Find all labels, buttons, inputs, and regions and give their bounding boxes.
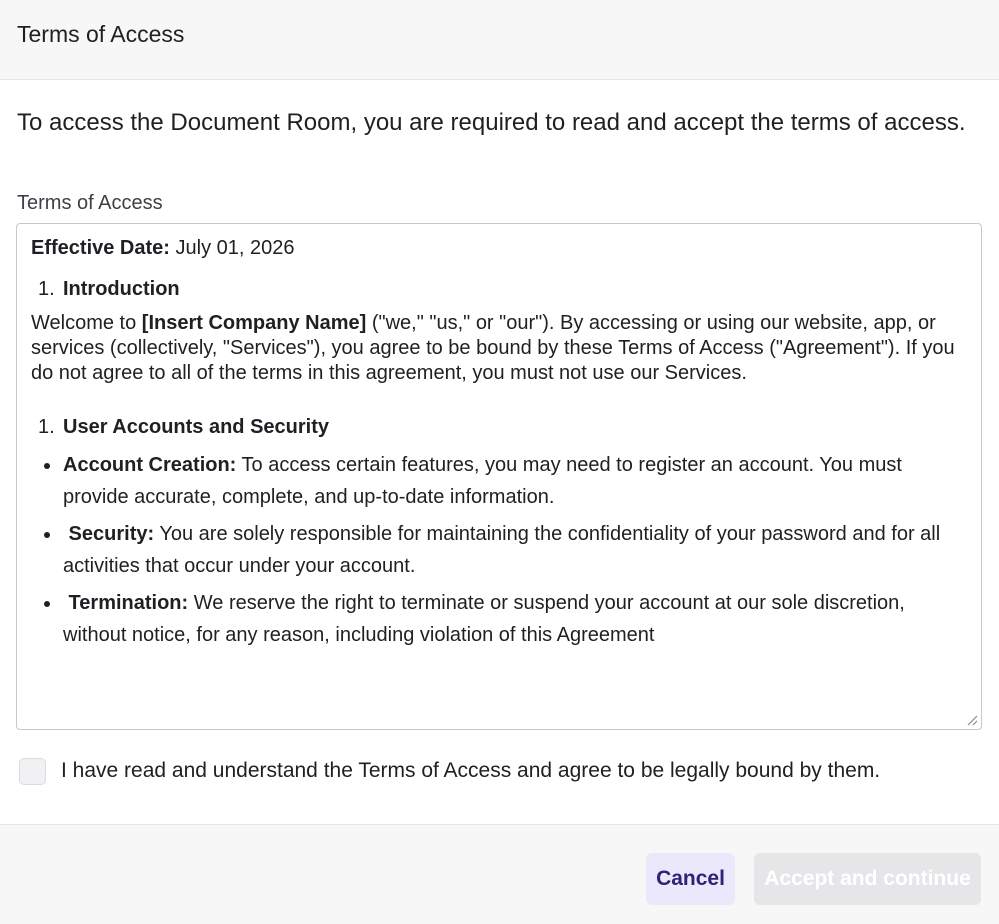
cancel-button[interactable]: Cancel	[646, 853, 735, 905]
bullet-security: Security: You are solely responsible for…	[31, 518, 967, 582]
bullet-text: You are solely responsible for maintaini…	[63, 523, 941, 577]
section-number: 1.	[38, 416, 55, 438]
agree-checkbox[interactable]	[19, 757, 46, 785]
resize-handle-icon[interactable]	[966, 714, 978, 726]
bullet-label: Security:	[63, 523, 155, 545]
effective-date-label: Effective Date:	[31, 237, 170, 259]
bullet-dot-icon	[44, 532, 50, 538]
account-bullets: Account Creation: To access certain feat…	[31, 449, 967, 651]
effective-date-value: July 01, 2026	[175, 237, 295, 259]
dialog-footer: Cancel Accept and continue	[0, 824, 999, 924]
dialog-title: Terms of Access	[17, 21, 185, 47]
section-heading-user-accounts: 1. User Accounts and Security	[38, 415, 967, 440]
bullet-text: We reserve the right to terminate or sus…	[63, 592, 905, 646]
section-heading-introduction: 1. Introduction	[38, 277, 967, 302]
bullet-termination: Termination: We reserve the right to ter…	[31, 587, 967, 651]
intro-text: To access the Document Room, you are req…	[17, 109, 966, 136]
company-placeholder: [Insert Company Name]	[141, 312, 367, 334]
intro-pre: Welcome to	[31, 312, 142, 334]
terms-field-label: Terms of Access	[17, 192, 163, 214]
effective-date: Effective Date: July 01, 2026	[31, 236, 967, 261]
section-title: User Accounts and Security	[63, 416, 330, 438]
agree-label[interactable]: I have read and understand the Terms of …	[61, 759, 880, 783]
bullet-dot-icon	[44, 601, 50, 607]
bullet-label: Termination:	[63, 592, 189, 614]
introduction-paragraph: Welcome to [Insert Company Name] ("we," …	[31, 311, 967, 386]
dialog-header: Terms of Access	[0, 0, 999, 80]
bullet-account-creation: Account Creation: To access certain feat…	[31, 449, 967, 513]
agree-row: I have read and understand the Terms of …	[19, 757, 880, 785]
section-title: Introduction	[63, 278, 180, 300]
bullet-dot-icon	[44, 463, 50, 469]
bullet-label: Account Creation:	[63, 454, 237, 476]
section-number: 1.	[38, 278, 55, 300]
terms-textarea[interactable]: Effective Date: July 01, 2026 1. Introdu…	[16, 223, 982, 730]
accept-and-continue-button[interactable]: Accept and continue	[754, 853, 981, 905]
